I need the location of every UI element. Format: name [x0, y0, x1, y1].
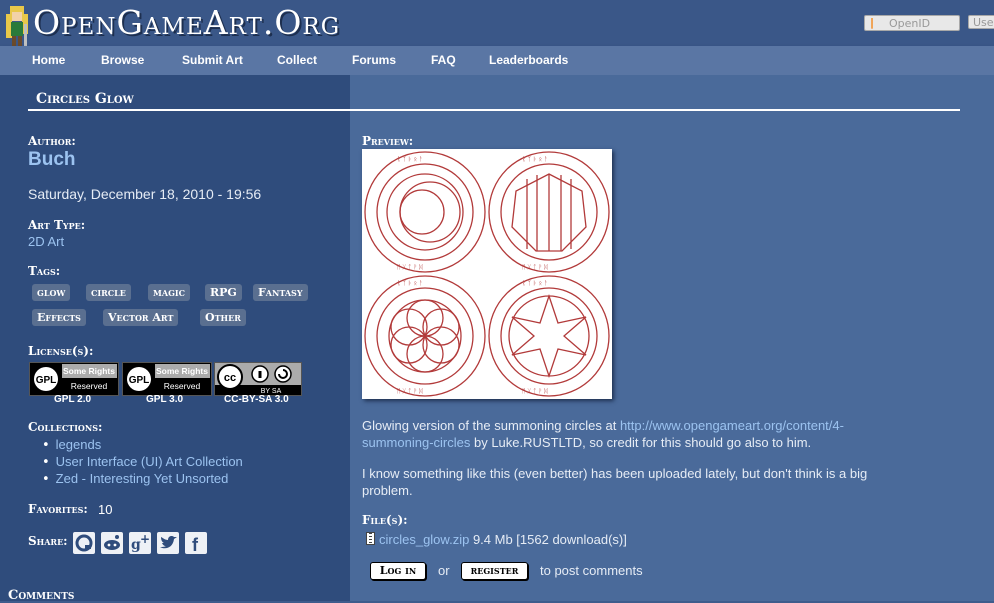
tag-rpg[interactable]: RPG: [205, 284, 242, 301]
desc-text: Glowing version of the summoning circles…: [362, 418, 620, 433]
share-label: Share:: [28, 534, 68, 548]
favorites-label: Favorites:: [28, 502, 88, 516]
nav-leaderboards[interactable]: Leaderboards: [489, 53, 568, 67]
nav-browse[interactable]: Browse: [101, 53, 144, 67]
svg-text:ᚱ ᛉ ᚦ ᛟ ᚨ: ᚱ ᛉ ᚦ ᛟ ᚨ: [397, 280, 423, 287]
list-item: User Interface (UI) Art Collection: [54, 454, 243, 471]
file-row: circles_glow.zip 9.4 Mb [1562 download(s…: [366, 532, 627, 547]
page-title: Circles Glow: [36, 91, 134, 107]
svg-text:cc: cc: [224, 372, 236, 384]
svg-text:+: +: [140, 532, 150, 546]
file-download-link[interactable]: circles_glow.zip: [379, 532, 469, 547]
openid-icon: |: [870, 16, 875, 29]
openshare-icon[interactable]: [73, 532, 95, 554]
svg-text:GPL: GPL: [36, 375, 57, 386]
list-item: Zed - Interesting Yet Unsorted: [54, 471, 243, 488]
tag-magic[interactable]: magic: [148, 284, 191, 301]
svg-text:ᚱ ᛉ ᚦ ᛟ ᚨ: ᚱ ᛉ ᚦ ᛟ ᚨ: [397, 156, 423, 163]
gpl-logo-icon: GPL Some Rights Reserved: [123, 363, 211, 395]
svg-text:ᚱ ᛉ ᚦ ᛟ ᚨ: ᚱ ᛉ ᚦ ᛟ ᚨ: [522, 280, 548, 287]
username-field[interactable]: User: [968, 15, 994, 29]
tag-vector-art[interactable]: Vector Art: [103, 309, 179, 326]
art-type-label: Art Type:: [28, 218, 86, 232]
license-label: License(s):: [28, 344, 94, 358]
nav-faq[interactable]: FAQ: [431, 53, 456, 67]
svg-text:ᛗ ᚷ ᛏ ᚹ ᛞ: ᛗ ᚷ ᛏ ᚹ ᛞ: [522, 388, 548, 395]
nav-submit-art[interactable]: Submit Art: [182, 53, 243, 67]
collections-list: legends User Interface (UI) Art Collecti…: [54, 437, 243, 488]
description-paragraph-2: I know something like this (even better)…: [362, 465, 952, 499]
login-button[interactable]: Log in: [370, 562, 426, 580]
tag-other[interactable]: Other: [200, 309, 246, 326]
nav-collect[interactable]: Collect: [277, 53, 317, 67]
openid-field[interactable]: | OpenID: [864, 15, 960, 31]
site-logo-text[interactable]: OpenGameArt.Org: [33, 3, 340, 42]
post-comments-text: to post comments: [540, 563, 643, 578]
desc-text: by Luke.RUSTLTD, so credit for this shou…: [470, 435, 812, 450]
facebook-icon[interactable]: f: [185, 532, 207, 555]
license-caption-gpl2[interactable]: GPL 2.0: [54, 394, 91, 405]
svg-text:ᚱ ᛉ ᚦ ᛟ ᚨ: ᚱ ᛉ ᚦ ᛟ ᚨ: [522, 156, 548, 163]
svg-text:ᛗ ᚷ ᛏ ᚹ ᛞ: ᛗ ᚷ ᛏ ᚹ ᛞ: [522, 264, 548, 271]
author-link[interactable]: Buch: [28, 149, 76, 171]
register-button[interactable]: register: [461, 562, 528, 580]
google-plus-icon[interactable]: g +: [129, 532, 151, 554]
summoning-circles-link-cont[interactable]: summoning-circles: [362, 435, 470, 450]
svg-text:ᛗ ᚷ ᛏ ᚹ ᛞ: ᛗ ᚷ ᛏ ᚹ ᛞ: [397, 388, 423, 395]
svg-text:GPL: GPL: [129, 375, 150, 386]
collection-link-zed[interactable]: Zed - Interesting Yet Unsorted: [56, 471, 229, 486]
title-divider: [28, 109, 960, 111]
list-item: legends: [54, 437, 243, 454]
cc-by-sa-icon: cc BY SA: [215, 363, 301, 395]
nav-forums[interactable]: Forums: [352, 53, 396, 67]
collection-link-ui-art[interactable]: User Interface (UI) Art Collection: [56, 454, 243, 469]
license-caption-cc-by-sa[interactable]: CC-BY-SA 3.0: [224, 394, 289, 405]
main-nav: Home Browse Submit Art Collect Forums FA…: [0, 46, 994, 75]
twitter-icon[interactable]: [157, 532, 179, 554]
preview-image[interactable]: ᚱ ᛉ ᚦ ᛟ ᚨ ᚱ ᛉ ᚦ ᛟ ᚨ ᛗ ᚷ ᛏ ᚹ ᛞ ᛗ ᚷ ᛏ ᚹ ᛞ ᚱ …: [362, 149, 612, 399]
tag-glow[interactable]: glow: [32, 284, 71, 301]
collection-link-legends[interactable]: legends: [56, 437, 102, 452]
svg-text:ᛗ ᚷ ᛏ ᚹ ᛞ: ᛗ ᚷ ᛏ ᚹ ᛞ: [397, 264, 423, 271]
site-header: OpenGameArt.Org | OpenID User: [0, 0, 994, 50]
tag-circle[interactable]: circle: [86, 284, 131, 301]
files-label: File(s):: [362, 513, 408, 527]
nav-home[interactable]: Home: [32, 53, 65, 67]
license-badge-gpl2[interactable]: GPL Some Rights Reserved: [29, 362, 119, 396]
author-label: Author:: [28, 134, 76, 148]
collections-label: Collections:: [28, 420, 103, 434]
file-info: 9.4 Mb [1562 download(s)]: [472, 532, 627, 547]
art-type-link[interactable]: 2D Art: [28, 234, 64, 249]
zip-file-icon: [366, 532, 375, 545]
svg-text:Some Rights: Some Rights: [63, 366, 115, 376]
tag-fantasy[interactable]: Fantasy: [253, 284, 308, 301]
post-date: Saturday, December 18, 2010 - 19:56: [28, 186, 262, 202]
license-caption-gpl3[interactable]: GPL 3.0: [146, 394, 183, 405]
openid-label: OpenID: [889, 17, 931, 30]
desc-text: I know something like this (even better)…: [362, 466, 868, 481]
description-paragraph-1: Glowing version of the summoning circles…: [362, 417, 952, 451]
svg-text:Reserved: Reserved: [164, 381, 201, 391]
license-badge-gpl3[interactable]: GPL Some Rights Reserved: [122, 362, 212, 396]
reddit-icon[interactable]: [101, 532, 123, 554]
tag-effects[interactable]: Effects: [32, 309, 86, 326]
summoning-circles-image: ᚱ ᛉ ᚦ ᛟ ᚨ ᚱ ᛉ ᚦ ᛟ ᚨ ᛗ ᚷ ᛏ ᚹ ᛞ ᛗ ᚷ ᛏ ᚹ ᛞ ᚱ …: [364, 151, 610, 397]
summoning-circles-link[interactable]: http://www.opengameart.org/content/4-: [620, 418, 844, 433]
svg-text:f: f: [192, 535, 199, 554]
svg-text:Some Rights: Some Rights: [156, 366, 208, 376]
favorites-count: 10: [98, 502, 113, 517]
desc-text: problem.: [362, 483, 413, 498]
gpl-logo-icon: GPL Some Rights Reserved: [30, 363, 118, 395]
preview-label: Preview:: [362, 134, 414, 148]
svg-text:Reserved: Reserved: [71, 381, 108, 391]
or-text: or: [438, 563, 450, 578]
tags-label: Tags:: [28, 264, 61, 278]
license-badge-cc-by-sa[interactable]: cc BY SA: [214, 362, 302, 396]
